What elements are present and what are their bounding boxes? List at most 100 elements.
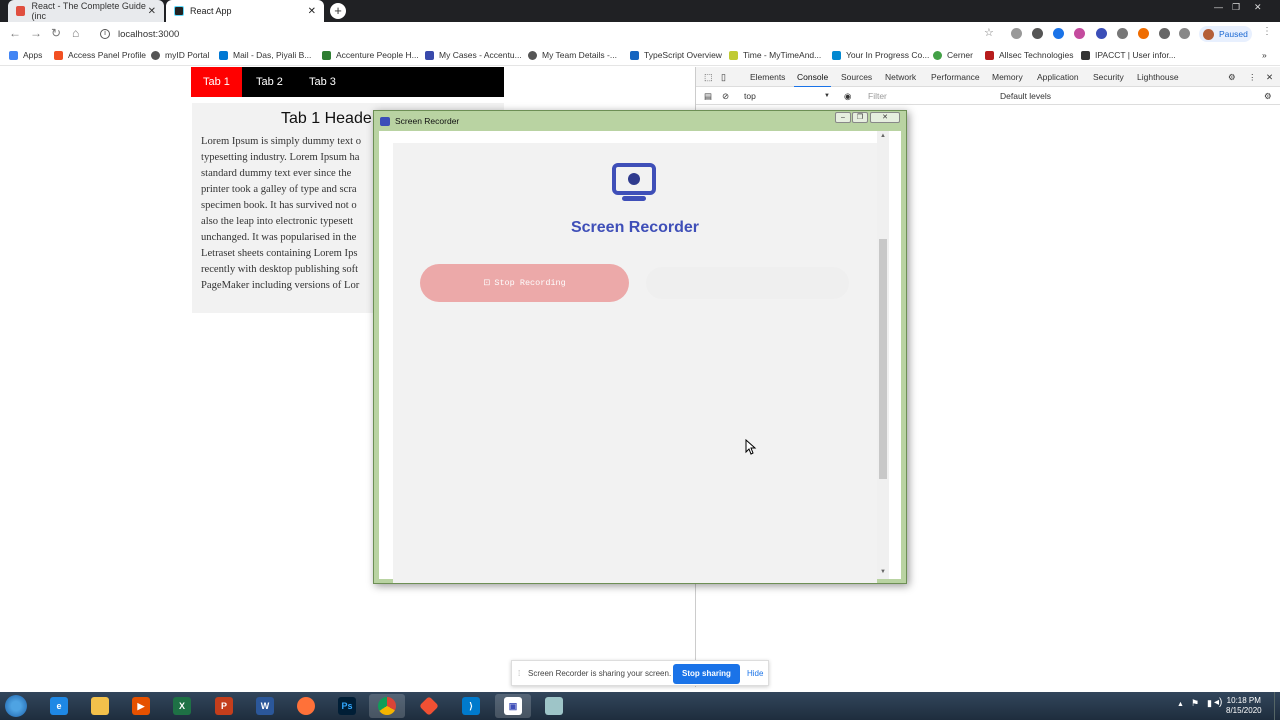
gear-icon[interactable]: ⚙ — [1228, 72, 1236, 83]
devtools-tab-console[interactable]: Console — [793, 72, 832, 88]
url-input[interactable]: i localhost:3000 — [94, 25, 1002, 43]
forward-arrow-icon[interactable]: → — [30, 26, 42, 40]
close-icon[interactable]: ✕ — [308, 6, 316, 17]
taskbar-screen-recorder[interactable]: ▣ — [495, 694, 531, 718]
bookmark-label: Mail - Das, Piyali B... — [233, 50, 312, 60]
stop-sharing-button[interactable]: Stop sharing — [673, 664, 740, 684]
taskbar-vscode[interactable]: ⟩ — [453, 694, 489, 718]
minimize-icon[interactable]: – — [835, 112, 851, 123]
devtools-tab-network[interactable]: Network — [885, 72, 916, 82]
git-icon — [419, 696, 439, 716]
taskbar-powerpoint[interactable]: P — [206, 694, 242, 718]
bookmark-item[interactable]: Access Panel Profile — [54, 50, 146, 60]
taskbar-git[interactable] — [411, 694, 447, 718]
action-center-icon[interactable]: ⚑ — [1191, 698, 1199, 709]
system-clock[interactable]: 10:18 PM 8/15/2020 — [1226, 696, 1262, 716]
puzzle-extensions-icon[interactable] — [1159, 28, 1170, 39]
firefox-icon — [297, 697, 315, 715]
menu-dots-icon[interactable]: ⋮ — [1248, 72, 1257, 83]
bookmark-item[interactable]: Allsec Technologies — [985, 50, 1074, 60]
stop-recording-button[interactable]: ⊡ Stop Recording — [420, 264, 629, 302]
network-icon[interactable]: ▮ — [1207, 698, 1212, 709]
scroll-down-icon[interactable]: ▼ — [880, 569, 886, 575]
scroll-up-icon[interactable]: ▲ — [880, 133, 886, 139]
devtools-tab-application[interactable]: Application — [1037, 72, 1079, 82]
volume-icon[interactable]: ◂) — [1214, 697, 1222, 708]
taskbar-ie[interactable]: e — [41, 694, 77, 718]
stop-icon: ⊡ — [483, 278, 491, 288]
tab-3[interactable]: Tab 3 — [297, 67, 348, 97]
bookmark-star-icon[interactable]: ☆ — [984, 26, 994, 39]
bookmark-item[interactable]: Apps — [9, 50, 42, 60]
extension-icon[interactable] — [1053, 28, 1064, 39]
clear-console-icon[interactable]: ⊘ — [722, 91, 729, 102]
extension-icon[interactable] — [1138, 28, 1149, 39]
device-toggle-icon[interactable]: ▯ — [721, 72, 726, 83]
reload-icon[interactable]: ↻ — [51, 26, 61, 40]
taskbar-explorer[interactable] — [82, 694, 118, 718]
bookmark-item[interactable]: Accenture People H... — [322, 50, 419, 60]
taskbar-word[interactable]: W — [247, 694, 283, 718]
monitor-icon — [380, 116, 390, 126]
window-close-icon[interactable]: ✕ — [1254, 2, 1262, 13]
taskbar-photoshop[interactable]: Ps — [329, 694, 365, 718]
tray-overflow-icon[interactable]: ▲ — [1177, 701, 1184, 708]
show-desktop-button[interactable] — [1274, 692, 1280, 720]
bookmark-item[interactable]: Time - MyTimeAnd... — [729, 50, 821, 60]
scrollbar-thumb[interactable] — [879, 239, 887, 479]
info-icon[interactable]: i — [100, 29, 110, 39]
devtools-tab-lighthouse[interactable]: Lighthouse — [1137, 72, 1179, 82]
bookmark-item[interactable]: Mail - Das, Piyali B... — [219, 50, 311, 60]
window-close-icon[interactable]: ✕ — [870, 112, 900, 123]
extension-icon[interactable] — [1032, 28, 1043, 39]
eye-icon[interactable]: ◉ — [844, 91, 851, 102]
new-tab-plus-icon[interactable]: + — [330, 3, 346, 19]
context-select[interactable]: top — [744, 91, 756, 101]
tab-1[interactable]: Tab 1 — [191, 67, 242, 97]
minimize-icon[interactable]: — — [1214, 2, 1223, 12]
taskbar-app[interactable] — [536, 694, 572, 718]
restore-icon[interactable]: ❐ — [1232, 2, 1240, 13]
extension-icon[interactable] — [1117, 28, 1128, 39]
bookmarks-overflow-icon[interactable]: » — [1262, 50, 1267, 60]
bookmark-item[interactable]: Your In Progress Co... — [832, 50, 929, 60]
devtools-tab-elements[interactable]: Elements — [750, 72, 785, 82]
scrollbar[interactable]: ▲ ▼ — [877, 131, 889, 579]
bookmark-item[interactable]: myID Portal — [151, 50, 209, 60]
taskbar-media[interactable]: ▶ — [123, 694, 159, 718]
browser-tab-react-app[interactable]: React App ✕ — [166, 0, 324, 22]
bookmark-item[interactable]: My Team Details -... — [528, 50, 617, 60]
browser-tab-react-guide[interactable]: React - The Complete Guide (inc ✕ — [8, 0, 164, 22]
close-icon[interactable]: ✕ — [148, 6, 156, 17]
taskbar-chrome[interactable] — [369, 694, 405, 718]
extension-icon[interactable] — [1011, 28, 1022, 39]
profile-paused-button[interactable]: Paused — [1199, 26, 1252, 42]
drag-handle-icon[interactable]: ⁞ — [518, 669, 520, 678]
gear-icon[interactable]: ⚙ — [1264, 91, 1272, 102]
restore-icon[interactable]: ❐ — [852, 112, 868, 123]
taskbar-firefox[interactable] — [288, 694, 324, 718]
bookmark-item[interactable]: My Cases - Accentu... — [425, 50, 522, 60]
screen-recorder-extension-icon[interactable] — [1096, 28, 1107, 39]
home-icon[interactable]: ⌂ — [72, 26, 79, 40]
sidebar-toggle-icon[interactable]: ▤ — [704, 91, 712, 102]
hide-link[interactable]: Hide — [747, 669, 763, 678]
filter-input[interactable]: Filter — [868, 91, 887, 101]
extension-icon[interactable] — [1074, 28, 1085, 39]
close-icon[interactable]: ✕ — [1266, 72, 1273, 83]
bookmark-item[interactable]: TypeScript Overview — [630, 50, 722, 60]
start-button[interactable] — [5, 695, 27, 717]
menu-dots-icon[interactable]: ⋮ — [1262, 26, 1272, 37]
inspect-element-icon[interactable]: ⬚ — [704, 72, 713, 83]
bookmark-item[interactable]: IPACCT | User infor... — [1081, 50, 1176, 60]
log-levels-dropdown[interactable]: Default levels — [1000, 91, 1051, 101]
devtools-tab-security[interactable]: Security — [1093, 72, 1124, 82]
taskbar-excel[interactable]: X — [164, 694, 200, 718]
devtools-tab-performance[interactable]: Performance — [931, 72, 980, 82]
devtools-tab-memory[interactable]: Memory — [992, 72, 1023, 82]
bookmark-item[interactable]: Cerner — [933, 50, 973, 60]
back-arrow-icon[interactable]: ← — [9, 26, 21, 40]
extension-icon[interactable] — [1179, 28, 1190, 39]
devtools-tab-sources[interactable]: Sources — [841, 72, 872, 82]
tab-2[interactable]: Tab 2 — [244, 67, 295, 97]
